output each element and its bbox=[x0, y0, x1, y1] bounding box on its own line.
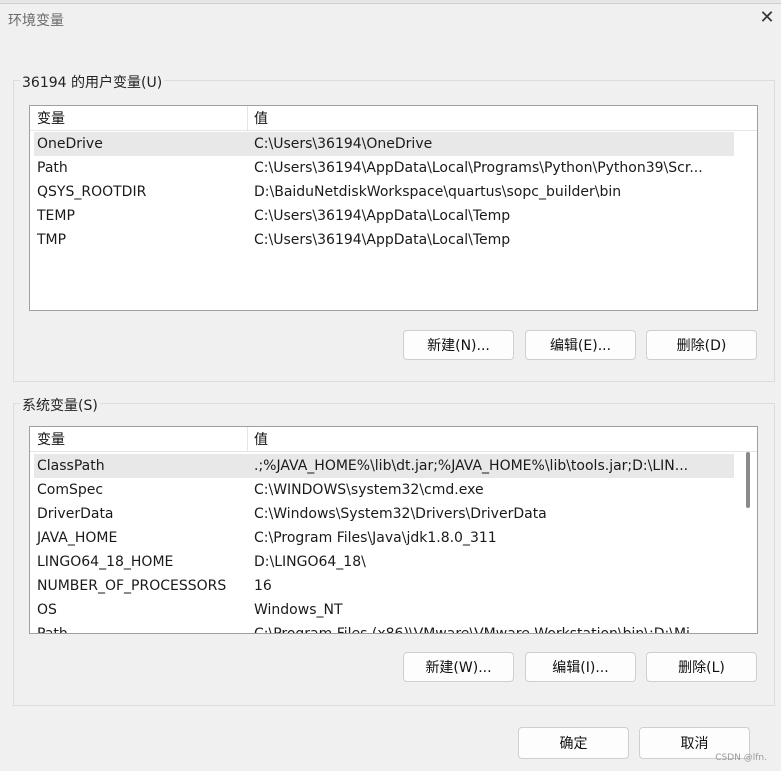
table-row[interactable]: JAVA_HOME C:\Program Files\Java\jdk1.8.0… bbox=[34, 526, 734, 550]
var-name: NUMBER_OF_PROCESSORS bbox=[37, 578, 227, 594]
table-row[interactable]: OS Windows_NT bbox=[34, 598, 734, 622]
var-value: D:\BaiduNetdiskWorkspace\quartus\sopc_bu… bbox=[254, 184, 622, 200]
column-header-value[interactable]: 值 bbox=[254, 427, 268, 451]
table-row[interactable]: QSYS_ROOTDIR D:\BaiduNetdiskWorkspace\qu… bbox=[34, 180, 734, 204]
table-row[interactable]: OneDrive C:\Users\36194\OneDrive bbox=[34, 132, 734, 156]
column-divider[interactable] bbox=[247, 106, 248, 130]
scrollbar-thumb[interactable] bbox=[746, 452, 750, 508]
system-new-button[interactable]: 新建(W)... bbox=[403, 652, 514, 682]
column-header-name[interactable]: 变量 bbox=[37, 427, 65, 451]
system-vars-scrollbar[interactable] bbox=[741, 452, 755, 632]
table-row[interactable]: Path C:\Program Files (x86)\VMware\VMwar… bbox=[34, 622, 734, 634]
var-name: Path bbox=[37, 160, 68, 176]
var-value: C:\Program Files\Java\jdk1.8.0_311 bbox=[254, 530, 497, 546]
column-header-value[interactable]: 值 bbox=[254, 106, 268, 130]
watermark: CSDN @lfn. bbox=[715, 753, 767, 763]
var-name: LINGO64_18_HOME bbox=[37, 554, 174, 570]
user-vars-label: 36194 的用户变量(U) bbox=[20, 72, 165, 92]
system-edit-button[interactable]: 编辑(I)... bbox=[525, 652, 636, 682]
var-value: C:\Program Files (x86)\VMware\VMware Wor… bbox=[254, 626, 704, 634]
user-vars-list[interactable]: 变量 值 OneDrive C:\Users\36194\OneDrive Pa… bbox=[29, 105, 758, 311]
var-name: DriverData bbox=[37, 506, 114, 522]
system-vars-list[interactable]: 变量 值 ClassPath .;%JAVA_HOME%\lib\dt.jar;… bbox=[29, 426, 758, 634]
var-name: ComSpec bbox=[37, 482, 104, 498]
var-name: JAVA_HOME bbox=[37, 530, 118, 546]
system-vars-header: 变量 值 bbox=[30, 427, 757, 452]
var-value: Windows_NT bbox=[254, 602, 343, 618]
table-row[interactable]: NUMBER_OF_PROCESSORS 16 bbox=[34, 574, 734, 598]
user-new-button[interactable]: 新建(N)... bbox=[403, 330, 514, 360]
var-value: .;%JAVA_HOME%\lib\dt.jar;%JAVA_HOME%\lib… bbox=[254, 458, 689, 474]
var-value: C:\Users\36194\AppData\Local\Temp bbox=[254, 208, 511, 224]
var-value: C:\Windows\System32\Drivers\DriverData bbox=[254, 506, 547, 522]
var-value: C:\Users\36194\AppData\Local\Temp bbox=[254, 232, 511, 248]
var-name: QSYS_ROOTDIR bbox=[37, 184, 147, 200]
var-value: C:\Users\36194\OneDrive bbox=[254, 136, 433, 152]
table-row[interactable]: TMP C:\Users\36194\AppData\Local\Temp bbox=[34, 228, 734, 252]
table-row[interactable]: TEMP C:\Users\36194\AppData\Local\Temp bbox=[34, 204, 734, 228]
system-vars-label: 系统变量(S) bbox=[20, 395, 100, 415]
table-row[interactable]: DriverData C:\Windows\System32\Drivers\D… bbox=[34, 502, 734, 526]
user-delete-button[interactable]: 删除(D) bbox=[646, 330, 757, 360]
var-value: D:\LINGO64_18\ bbox=[254, 554, 366, 570]
ok-button[interactable]: 确定 bbox=[518, 727, 629, 759]
var-name: TMP bbox=[37, 232, 67, 248]
user-vars-header: 变量 值 bbox=[30, 106, 757, 131]
column-divider[interactable] bbox=[247, 427, 248, 451]
system-delete-button[interactable]: 删除(L) bbox=[646, 652, 757, 682]
var-name: OS bbox=[37, 602, 57, 618]
table-row[interactable]: ClassPath .;%JAVA_HOME%\lib\dt.jar;%JAVA… bbox=[34, 454, 734, 478]
var-value: 16 bbox=[254, 578, 272, 594]
table-row[interactable]: Path C:\Users\36194\AppData\Local\Progra… bbox=[34, 156, 734, 180]
window-title: 环境变量 bbox=[8, 13, 64, 29]
close-icon[interactable]: ✕ bbox=[757, 8, 777, 28]
title-bar bbox=[0, 3, 781, 42]
var-value: C:\Users\36194\AppData\Local\Programs\Py… bbox=[254, 160, 703, 176]
var-value: C:\WINDOWS\system32\cmd.exe bbox=[254, 482, 484, 498]
var-name: OneDrive bbox=[37, 136, 103, 152]
var-name: ClassPath bbox=[37, 458, 105, 474]
table-row[interactable]: ComSpec C:\WINDOWS\system32\cmd.exe bbox=[34, 478, 734, 502]
var-name: TEMP bbox=[37, 208, 75, 224]
table-row[interactable]: LINGO64_18_HOME D:\LINGO64_18\ bbox=[34, 550, 734, 574]
user-edit-button[interactable]: 编辑(E)... bbox=[525, 330, 636, 360]
var-name: Path bbox=[37, 626, 68, 634]
column-header-name[interactable]: 变量 bbox=[37, 106, 65, 130]
